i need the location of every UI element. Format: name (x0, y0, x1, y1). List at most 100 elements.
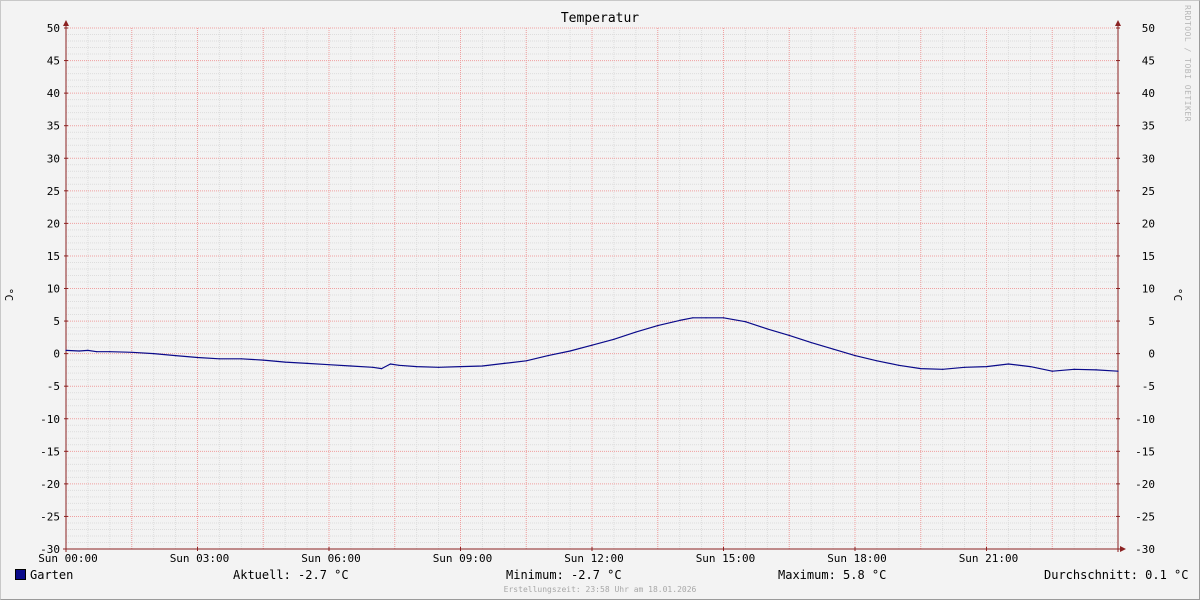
y-tick-label-left: -25 (40, 510, 60, 523)
y-tick-label-right: 35 (1142, 120, 1155, 133)
y-tick-label-left: -20 (40, 478, 60, 491)
series-point (679, 319, 681, 321)
series-point (438, 366, 440, 368)
series-point (109, 351, 111, 353)
y-tick-label-left: 20 (47, 217, 60, 230)
y-tick-label-left: -10 (40, 413, 60, 426)
series-point (284, 361, 286, 363)
y-axis-label-left: °C (2, 287, 16, 302)
legend-average: Durchschnitt: 0.1 °C (1044, 568, 1189, 582)
x-tick-label: Sun 12:00 (564, 552, 624, 565)
series-point (876, 360, 878, 362)
series-point (1029, 366, 1031, 368)
series-point (810, 342, 812, 344)
y-tick-label-right: 45 (1142, 55, 1155, 68)
series-point (96, 351, 98, 353)
legend-swatch-garten (15, 569, 26, 580)
series-point (1117, 370, 1119, 372)
series-point (964, 366, 966, 368)
series-point (1095, 369, 1097, 371)
series-point (1073, 368, 1075, 370)
legend-maximum: Maximum: 5.8 °C (778, 568, 887, 582)
series-point (635, 331, 637, 333)
series-point (153, 353, 155, 355)
y-tick-label-left: -5 (47, 380, 60, 393)
y-tick-label-right: 30 (1142, 152, 1155, 165)
series-point (372, 366, 374, 368)
legend-series-label: Garten (30, 568, 74, 582)
y-tick-label-right: 0 (1148, 348, 1155, 361)
x-tick-label: Sun 00:00 (38, 552, 98, 565)
y-tick-label-left: 0 (53, 348, 60, 361)
watermark: RRDTOOL / TOBI OETIKER (1183, 5, 1192, 122)
series-point (459, 366, 462, 368)
series-point (1007, 363, 1010, 365)
series-point (692, 317, 694, 319)
series-point (1051, 370, 1053, 372)
series-point (481, 365, 483, 367)
series-point (788, 334, 790, 336)
creation-time-footer: Erstellungszeit: 23:58 Uhr am 18.01.2026 (503, 585, 697, 594)
series-point (985, 366, 988, 368)
legend-minimum: Minimum: -2.7 °C (506, 568, 622, 582)
y-tick-label-left: 15 (47, 250, 60, 263)
y-tick-label-right: -30 (1135, 543, 1155, 556)
y-axis-label-right: °C (1171, 287, 1185, 302)
y-tick-label-right: 15 (1142, 250, 1155, 263)
legend: Garten Aktuell: -2.7 °C Minimum: -2.7 °C… (0, 568, 1200, 584)
y-tick-label-right: 25 (1142, 185, 1155, 198)
series-point (416, 366, 418, 368)
series-point (350, 365, 352, 367)
series-point (920, 368, 922, 370)
y-tick-label-right: -10 (1135, 413, 1155, 426)
series-point (306, 362, 308, 364)
y-tick-label-right: -5 (1142, 380, 1155, 393)
series-point (218, 358, 220, 360)
x-tick-label: Sun 18:00 (827, 552, 887, 565)
temperature-chart: -30-25-20-15-10-505101520253035404550 -3… (38, 20, 1155, 565)
series-point (65, 349, 67, 351)
chart-title: Temperatur (560, 11, 640, 26)
series-point (328, 364, 330, 366)
y-tick-label-left: 10 (47, 283, 60, 296)
x-tick-label: Sun 06:00 (301, 552, 361, 565)
y-tick-label-left: 45 (47, 55, 60, 68)
series-point (898, 364, 900, 366)
series-point (854, 355, 856, 357)
y-axis-right: -30-25-20-15-10-505101520253035404550 (1116, 22, 1155, 556)
series-point (398, 364, 400, 366)
series-point (832, 348, 834, 350)
x-tick-label: Sun 15:00 (696, 552, 756, 565)
y-tick-label-left: 35 (47, 120, 60, 133)
series-point (705, 317, 707, 319)
y-tick-label-right: -15 (1135, 445, 1155, 458)
series-point (569, 350, 571, 352)
x-tick-label: Sun 21:00 (959, 552, 1019, 565)
y-tick-label-right: -20 (1135, 478, 1155, 491)
series-point (613, 338, 615, 340)
y-tick-label-right: 20 (1142, 217, 1155, 230)
y-tick-label-left: 5 (53, 315, 60, 328)
series-point (744, 321, 747, 323)
y-tick-label-right: 10 (1142, 283, 1155, 296)
series-point (87, 349, 89, 351)
y-tick-label-right: 5 (1148, 315, 1155, 328)
series-point (381, 368, 383, 370)
y-tick-label-left: 30 (47, 152, 60, 165)
series-point (131, 351, 133, 353)
series-point (657, 325, 659, 327)
series-point (240, 358, 242, 360)
series-point (78, 350, 80, 352)
series-point (525, 360, 527, 362)
series-point (175, 355, 177, 357)
y-tick-label-right: -25 (1135, 510, 1155, 523)
y-tick-label-left: 25 (47, 185, 60, 198)
x-axis: Sun 00:00 Sun 03:00 Sun 06:00 Sun 09:00 Sun … (38, 547, 1018, 565)
series-point (591, 344, 593, 346)
y-tick-label-right: 40 (1142, 87, 1155, 100)
series-point (389, 363, 391, 365)
x-axis-arrow (1120, 546, 1126, 552)
y-tick-label-left: 40 (47, 87, 60, 100)
series-point (766, 328, 768, 330)
series-point (547, 355, 549, 357)
